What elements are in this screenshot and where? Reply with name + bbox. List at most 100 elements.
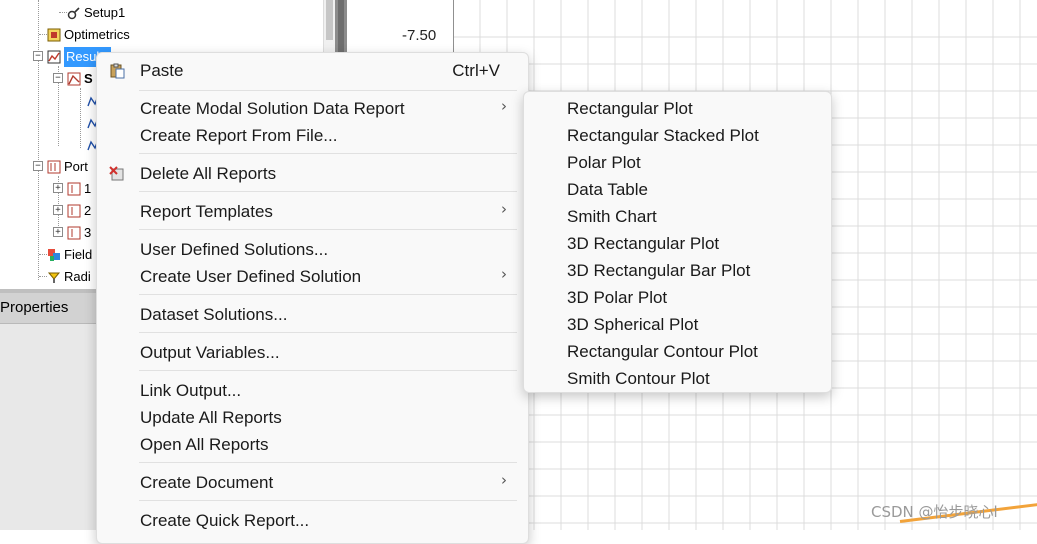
- menu-item-dataset-solutions[interactable]: Dataset Solutions...: [97, 301, 528, 328]
- menu-item-report-templates[interactable]: Report Templates ›: [97, 198, 528, 225]
- tree-item-label: Optimetrics: [64, 26, 130, 42]
- tree-connector: [38, 0, 39, 280]
- tree-item-port-3[interactable]: 3: [67, 222, 91, 242]
- menu-item-label: Link Output...: [140, 381, 242, 400]
- tree-item-port-2[interactable]: 2: [67, 200, 91, 220]
- tree-item-label: S: [84, 70, 93, 86]
- submenu-item-rectangular-contour-plot[interactable]: Rectangular Contour Plot: [524, 338, 831, 365]
- tree-item-optimetrics[interactable]: Optimetrics: [47, 24, 130, 44]
- menu-item-create-document[interactable]: Create Document ›: [97, 469, 528, 496]
- menu-separator: [139, 153, 517, 154]
- expand-toggle[interactable]: +: [53, 227, 63, 237]
- submenu-item-label: Rectangular Stacked Plot: [567, 126, 759, 145]
- submenu-item-label: 3D Rectangular Plot: [567, 234, 720, 253]
- submenu-item-smith-chart[interactable]: Smith Chart: [524, 203, 831, 230]
- submenu-item-3d-rectangular-plot[interactable]: 3D Rectangular Plot: [524, 230, 831, 257]
- report-type-submenu: Rectangular Plot Rectangular Stacked Plo…: [523, 91, 832, 393]
- tree-item-label: Port: [64, 158, 88, 174]
- tree-item-s-parameter[interactable]: S: [67, 68, 93, 88]
- menu-item-open-all-reports[interactable]: Open All Reports: [97, 431, 528, 458]
- port-icon: [67, 182, 81, 196]
- tree-item-label: 1: [84, 180, 92, 196]
- tree-item-field-overlays[interactable]: Field: [47, 244, 92, 264]
- tree-item-label: 2: [84, 202, 92, 218]
- submenu-item-3d-spherical-plot[interactable]: 3D Spherical Plot: [524, 311, 831, 338]
- menu-item-label: User Defined Solutions...: [140, 240, 329, 259]
- port-icon: [67, 226, 81, 240]
- menu-item-label: Create User Defined Solution: [140, 267, 362, 286]
- tree-item-port[interactable]: Port: [47, 156, 88, 176]
- submenu-item-3d-polar-plot[interactable]: 3D Polar Plot: [524, 284, 831, 311]
- menu-item-delete-all-reports[interactable]: Delete All Reports: [97, 160, 528, 187]
- submenu-item-label: Smith Contour Plot: [567, 369, 710, 388]
- shortcut-label: Ctrl+V: [452, 61, 500, 80]
- results-icon: [47, 50, 61, 64]
- collapse-toggle[interactable]: −: [33, 51, 43, 61]
- menu-item-paste[interactable]: Paste Ctrl+V: [97, 57, 528, 84]
- submenu-item-3d-rectangular-bar-plot[interactable]: 3D Rectangular Bar Plot: [524, 257, 831, 284]
- submenu-arrow-icon: ›: [501, 97, 507, 115]
- menu-separator: [139, 294, 517, 295]
- tree-item-label: Radi: [64, 268, 91, 284]
- menu-separator: [139, 191, 517, 192]
- menu-separator: [139, 332, 517, 333]
- tree-item-label: Field: [64, 246, 93, 262]
- properties-panel: [0, 324, 96, 530]
- tree-item-label: 3: [84, 224, 92, 240]
- menu-item-label: Output Variables...: [140, 343, 280, 362]
- tree-connector: [59, 12, 67, 13]
- expand-toggle[interactable]: +: [53, 205, 63, 215]
- submenu-arrow-icon: ›: [501, 471, 507, 489]
- tree-item-label: Setup1: [84, 4, 126, 20]
- submenu-item-label: 3D Spherical Plot: [567, 315, 699, 334]
- watermark: CSDN @怡步晓心l: [871, 503, 998, 521]
- context-menu: Paste Ctrl+V Create Modal Solution Data …: [96, 52, 529, 544]
- menu-separator: [139, 500, 517, 501]
- expand-toggle[interactable]: +: [53, 183, 63, 193]
- menu-item-user-defined-solutions[interactable]: User Defined Solutions...: [97, 236, 528, 263]
- tree-item-setup1[interactable]: Setup1: [67, 2, 125, 22]
- collapse-toggle[interactable]: −: [53, 73, 63, 83]
- menu-item-output-variables[interactable]: Output Variables...: [97, 339, 528, 366]
- submenu-item-data-table[interactable]: Data Table: [524, 176, 831, 203]
- submenu-arrow-icon: ›: [501, 265, 507, 283]
- paste-icon: [109, 63, 125, 79]
- menu-item-create-report-from-file[interactable]: Create Report From File...: [97, 122, 528, 149]
- delete-reports-icon: [109, 166, 125, 182]
- menu-item-create-modal-solution-data-report[interactable]: Create Modal Solution Data Report ›: [97, 95, 528, 122]
- scrollbar-thumb[interactable]: [326, 0, 333, 40]
- tree-item-radiation[interactable]: Radi: [47, 266, 91, 286]
- collapse-toggle[interactable]: −: [33, 161, 43, 171]
- menu-item-label: Delete All Reports: [140, 164, 277, 183]
- y-axis-tick-label: -7.50: [402, 27, 437, 44]
- properties-title: Properties: [0, 299, 69, 316]
- menu-item-label: Create Report From File...: [140, 126, 338, 145]
- submenu-item-rectangular-stacked-plot[interactable]: Rectangular Stacked Plot: [524, 122, 831, 149]
- port-icon: [67, 204, 81, 218]
- tree-item-port-1[interactable]: 1: [67, 178, 91, 198]
- submenu-item-label: Rectangular Contour Plot: [567, 342, 758, 361]
- menu-item-create-user-defined-solution[interactable]: Create User Defined Solution ›: [97, 263, 528, 290]
- menu-item-label: Create Document: [140, 473, 274, 492]
- port-icon: [47, 160, 61, 174]
- menu-item-label: Create Quick Report...: [140, 511, 310, 530]
- menu-item-update-all-reports[interactable]: Update All Reports: [97, 404, 528, 431]
- field-overlay-icon: [47, 248, 61, 262]
- menu-item-link-output[interactable]: Link Output...: [97, 377, 528, 404]
- menu-item-label: Open All Reports: [140, 435, 269, 454]
- submenu-item-label: Polar Plot: [567, 153, 641, 172]
- menu-item-label: Create Modal Solution Data Report: [140, 99, 405, 118]
- menu-item-label: Dataset Solutions...: [140, 305, 288, 324]
- menu-separator: [139, 462, 517, 463]
- tree-connector: [39, 254, 47, 255]
- submenu-item-polar-plot[interactable]: Polar Plot: [524, 149, 831, 176]
- tree-connector: [39, 276, 47, 277]
- submenu-item-label: 3D Polar Plot: [567, 288, 668, 307]
- submenu-item-rectangular-plot[interactable]: Rectangular Plot: [524, 95, 831, 122]
- menu-separator: [139, 370, 517, 371]
- submenu-item-smith-contour-plot[interactable]: Smith Contour Plot: [524, 365, 831, 392]
- tree-connector: [39, 34, 47, 35]
- setup-icon: [67, 6, 81, 20]
- radiation-icon: [47, 270, 61, 284]
- menu-item-label: Update All Reports: [140, 408, 282, 427]
